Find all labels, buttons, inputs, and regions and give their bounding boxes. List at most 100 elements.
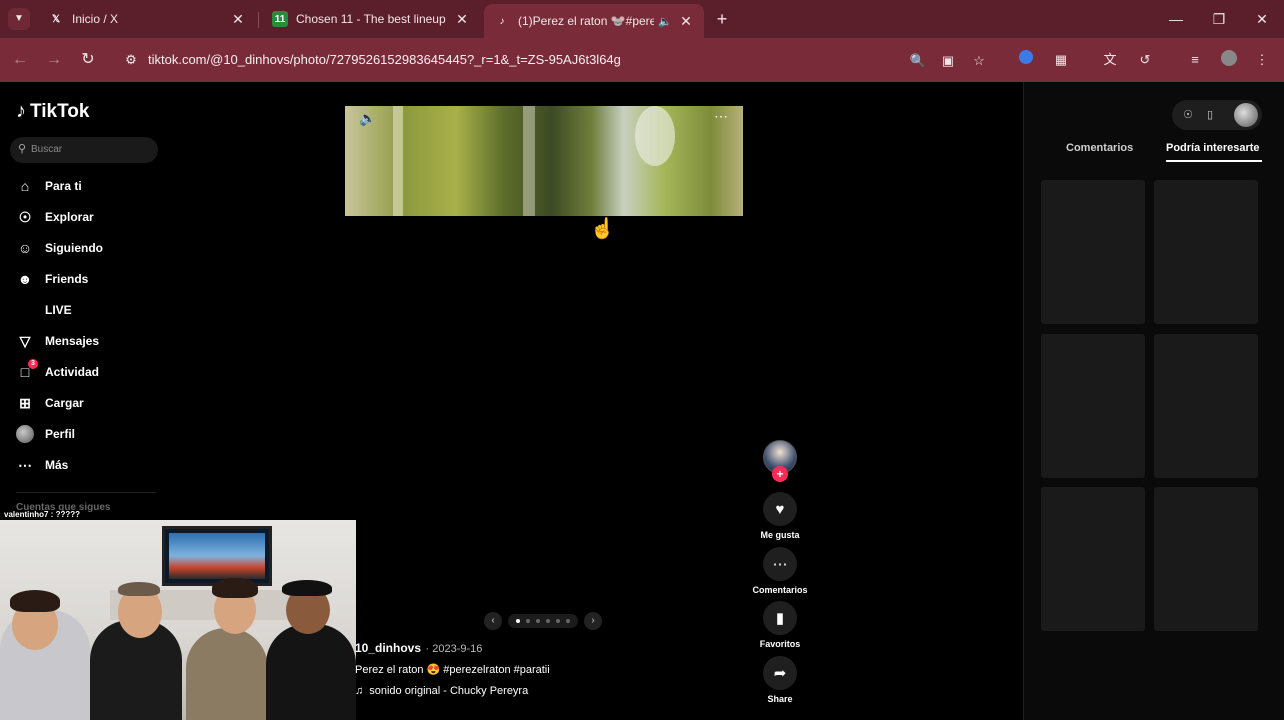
carousel-dot[interactable] (536, 619, 540, 623)
stream-chat-message: valentinho7 : ????? (4, 510, 80, 519)
more-icon: ⋯ (18, 457, 32, 473)
compass-icon[interactable]: ☉ (1180, 107, 1196, 123)
nav-mensajes[interactable]: ▽ Mensajes (16, 329, 196, 353)
avatar (16, 425, 34, 443)
photo-carousel-controls: ‹ › (484, 612, 604, 630)
like-button[interactable]: ♥ Me gusta (760, 492, 800, 540)
nav-siguiendo[interactable]: ☺ Siguiendo (16, 236, 196, 260)
nav-explorar[interactable]: ☉ Explorar (16, 205, 196, 229)
tab-comentarios[interactable]: Comentarios (1066, 142, 1133, 154)
nav-cargar[interactable]: ⊞ Cargar (16, 391, 196, 415)
carousel-next-button[interactable]: › (584, 612, 602, 630)
nav-live[interactable]: LIVE (16, 298, 196, 322)
webcam-tv (162, 526, 272, 586)
post-music[interactable]: ♫ sonido original - Chucky Pereyra (355, 685, 528, 697)
person-4 (266, 624, 356, 720)
device-icon[interactable]: ▯ (1202, 107, 1218, 123)
user-avatar[interactable] (1234, 103, 1258, 127)
post-username[interactable]: 10_dinhovs (355, 641, 421, 655)
friends-icon: ☻ (17, 271, 33, 287)
site-settings-icon[interactable]: ⚙ (122, 51, 140, 69)
nav-friends[interactable]: ☻ Friends (16, 267, 196, 291)
suggested-tile[interactable] (1041, 334, 1145, 478)
restore-button[interactable]: ❐ (1207, 8, 1231, 30)
extensions-puzzle-icon[interactable]: ▦ (1051, 50, 1071, 70)
carousel-dot[interactable] (526, 619, 530, 623)
heart-icon: ♥ (763, 492, 797, 526)
comment-icon: ⋯ (763, 547, 797, 581)
browser-tab-tiktok[interactable]: ♪ (1)Perez el raton 🐭#perez 🔈 ✕ (484, 4, 704, 38)
carousel-dots (508, 614, 578, 628)
chosen11-icon: 11 (272, 11, 288, 27)
volume-icon[interactable]: 🔈 (359, 110, 376, 127)
activity-icon: □ 3 (16, 359, 38, 381)
install-app-icon[interactable]: ▣ (938, 51, 958, 71)
translate-icon[interactable]: 文 (1100, 50, 1120, 70)
suggested-tile[interactable] (1154, 180, 1258, 324)
reload-button[interactable]: ↻ (76, 48, 100, 72)
post-photo[interactable]: 🔈 ⋯ (345, 106, 743, 216)
x-logo-icon: 𝕏 (51, 13, 61, 25)
close-window-button[interactable]: ✕ (1250, 8, 1274, 30)
comment-button[interactable]: ⋯ Comentarios (752, 547, 808, 595)
carousel-prev-button[interactable]: ‹ (484, 612, 502, 630)
nav-actividad[interactable]: □ 3 Actividad (16, 359, 196, 384)
close-icon[interactable]: ✕ (678, 13, 694, 30)
suggested-tile[interactable] (1154, 334, 1258, 478)
close-icon[interactable]: ✕ (454, 11, 470, 28)
history-icon[interactable]: ↺ (1135, 50, 1155, 70)
bookmark-icon: ▮ (763, 601, 797, 635)
speaker-icon[interactable]: 🔈 (658, 15, 672, 28)
sidebar-divider (16, 492, 156, 493)
bookmark-star-icon[interactable]: ☆ (969, 51, 989, 71)
music-note-icon: ♫ (355, 685, 364, 697)
tab-separator (258, 12, 259, 28)
active-tab-underline (1166, 160, 1262, 162)
tiktok-icon: ♪ (499, 15, 505, 27)
tiktok-logo[interactable]: ♪ TikTok (16, 100, 89, 123)
live-icon (16, 301, 34, 319)
nav-perfil[interactable]: Perfil (16, 422, 196, 446)
post-caption: 10_dinhovs · 2023-9-16 Perez el raton 😍 … (355, 641, 550, 697)
tiktok-page: ♪ TikTok ⚲ Buscar ⌂ Para ti ☉ Explorar ☺… (0, 82, 1284, 720)
suggested-tile[interactable] (1154, 487, 1258, 631)
close-icon[interactable]: ✕ (230, 11, 246, 28)
share-button[interactable]: ➦ Share (762, 656, 798, 704)
back-button[interactable]: ← (8, 48, 32, 72)
compass-icon: ☉ (18, 209, 32, 225)
share-arrow-icon: ➦ (763, 656, 797, 690)
send-icon: ▽ (19, 333, 31, 349)
tab-search-button[interactable]: ▼ (8, 8, 30, 30)
address-bar[interactable]: ⚙ tiktok.com/@10_dinhovs/photo/727952615… (112, 43, 1002, 77)
suggested-tile[interactable] (1041, 180, 1145, 324)
browser-toolbar: ← → ↻ ⚙ tiktok.com/@10_dinhovs/photo/727… (0, 38, 1284, 82)
browser-tab-x[interactable]: 𝕏 Inicio / X ✕ (38, 4, 256, 34)
minimize-button[interactable]: — (1164, 8, 1188, 30)
carousel-dot[interactable] (546, 619, 550, 623)
extension-blue-icon[interactable] (1016, 50, 1036, 70)
follow-button[interactable]: + (772, 466, 788, 482)
tiktok-note-icon: ♪ (16, 100, 26, 122)
suggested-tile[interactable] (1041, 487, 1145, 631)
favorite-button[interactable]: ▮ Favoritos (760, 601, 800, 649)
profile-avatar-icon[interactable] (1219, 50, 1239, 70)
more-options-icon[interactable]: ⋯ (714, 108, 729, 125)
zoom-icon[interactable]: 🔍 (908, 51, 928, 71)
person-3 (186, 628, 268, 720)
reading-list-icon[interactable]: ≡ (1185, 50, 1205, 70)
browser-menu-icon[interactable]: ⋮ (1252, 50, 1272, 70)
search-input[interactable]: ⚲ Buscar (10, 137, 158, 163)
notification-badge: 3 (28, 359, 38, 369)
tab-podria-interesarte[interactable]: Podría interesarte (1166, 142, 1260, 154)
browser-tab-chosen11[interactable]: 11 Chosen 11 - The best lineup bu ✕ (262, 4, 480, 34)
carousel-dot[interactable] (566, 619, 570, 623)
upload-icon: ⊞ (19, 395, 31, 411)
url-text: tiktok.com/@10_dinhovs/photo/72795261529… (148, 52, 621, 67)
right-panel: ☉ ▯ Comentarios Podría interesarte (1023, 82, 1284, 720)
new-tab-button[interactable]: + (712, 8, 732, 30)
nav-mas[interactable]: ⋯ Más (16, 453, 196, 477)
forward-button[interactable]: → (42, 48, 66, 72)
carousel-dot[interactable] (556, 619, 560, 623)
nav-para-ti[interactable]: ⌂ Para ti (16, 174, 196, 198)
carousel-dot[interactable] (516, 619, 520, 623)
